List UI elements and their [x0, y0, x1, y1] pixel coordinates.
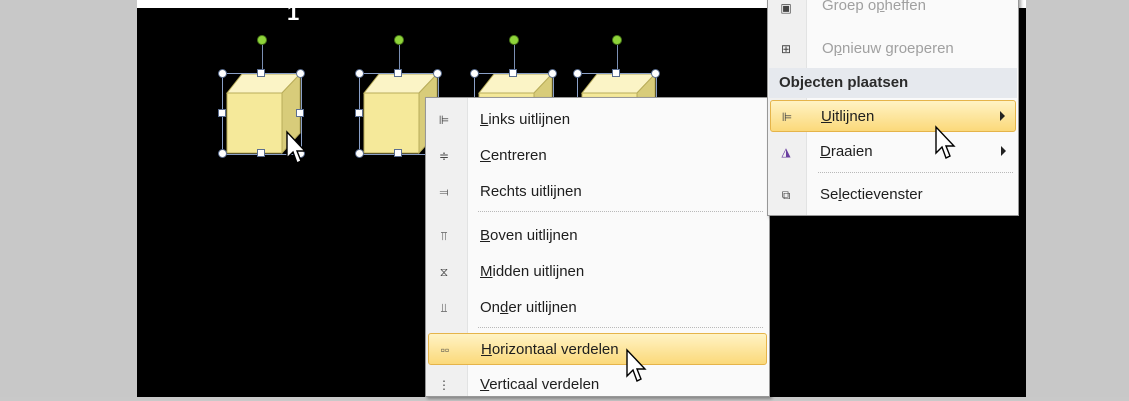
resize-handle-side[interactable] [612, 69, 620, 77]
resize-handle-side[interactable] [296, 109, 304, 117]
ungroup-icon: ▣ [780, 1, 792, 15]
align-submenu: ⊫ Links uitlijnen ≑ Centreren ⫤ Rechts u… [425, 97, 770, 397]
workspace-right [1026, 0, 1129, 397]
rotation-handle[interactable] [394, 35, 404, 45]
mnemonic: M [480, 263, 493, 280]
resize-handle-side[interactable] [355, 109, 363, 117]
mnemonic: L [480, 111, 489, 128]
context-menu: ▣ Groep opheffen ⊞ Opnieuw groeperen Obj… [767, 0, 1019, 216]
mnemonic: j [553, 183, 557, 200]
resize-handle-corner[interactable] [296, 69, 305, 78]
resize-handle-side[interactable] [257, 149, 265, 157]
resize-handle-corner[interactable] [355, 149, 364, 158]
resize-handle-side[interactable] [218, 109, 226, 117]
align-top-icon: ⫪ [440, 229, 448, 243]
menu-item-align-bottom[interactable]: ⫫ Onder uitlijnen [428, 292, 767, 324]
menu-item-label: Centreren [480, 147, 547, 164]
mnemonic: l [838, 186, 842, 203]
menu-item-label: Opnieuw groeperen [822, 40, 954, 57]
menu-item-align-middle[interactable]: ⧖ Midden uitlijnen [428, 256, 767, 288]
menu-item-ungroup[interactable]: ▣ Groep opheffen [770, 0, 1016, 21]
menu-item-label: Horizontaal verdelen [481, 341, 619, 358]
resize-handle-corner[interactable] [651, 69, 660, 78]
mnemonic: U [821, 108, 832, 125]
menu-item-selection-pane[interactable]: ⧉ Selectievenster [770, 179, 1016, 211]
menu-item-distribute-horizontal[interactable]: ▫▫ Horizontaal verdelen [428, 333, 767, 365]
resize-handle-side[interactable] [257, 69, 265, 77]
resize-handle-corner[interactable] [548, 69, 557, 78]
menu-item-label: Groep opheffen [822, 0, 926, 14]
menu-separator [818, 172, 1013, 173]
slide-title-glyph: 1 [287, 8, 300, 25]
align-bottom-icon: ⫫ [440, 301, 448, 315]
menu-item-label: Boven uitlijnen [480, 227, 578, 244]
resize-handle-corner[interactable] [218, 69, 227, 78]
align-right-icon: ⫤ [439, 185, 449, 199]
align-left-icon: ⊫ [438, 113, 450, 127]
resize-handle-side[interactable] [394, 69, 402, 77]
menu-item-label: Onder uitlijnen [480, 299, 577, 316]
menu-item-label: Midden uitlijnen [480, 263, 585, 280]
menu-item-distribute-vertical[interactable]: ⋮ Verticaal verdelen [428, 369, 767, 401]
menu-item-label: Draaien [820, 143, 873, 160]
menu-section-header: Objecten plaatsen [769, 68, 1017, 98]
menu-item-label: Links uitlijnen [480, 111, 571, 128]
rotation-handle[interactable] [257, 35, 267, 45]
align-middle-icon: ⧖ [439, 265, 449, 279]
mnemonic: H [481, 341, 492, 358]
menu-separator [478, 211, 763, 212]
resize-handle-corner[interactable] [470, 69, 479, 78]
submenu-arrow-icon [1000, 111, 1005, 121]
rotation-handle[interactable] [509, 35, 519, 45]
menu-item-align-center[interactable]: ≑ Centreren [428, 140, 767, 172]
cursor-arrow-icon [286, 130, 307, 164]
mnemonic: B [480, 227, 491, 244]
align-icon: ⊫ [781, 110, 793, 124]
menu-item-label: Uitlijnen [821, 108, 875, 125]
regroup-icon: ⊞ [780, 42, 792, 56]
selection-pane-icon: ⧉ [781, 188, 791, 202]
menu-separator [478, 327, 763, 328]
menu-item-label: Rechts uitlijnen [480, 183, 582, 200]
cursor-arrow-icon [626, 348, 647, 382]
menu-item-align-right[interactable]: ⫤ Rechts uitlijnen [428, 176, 767, 208]
mnemonic: d [500, 299, 509, 316]
mnemonic: p [833, 40, 843, 57]
cursor-arrow-icon [935, 125, 956, 159]
rotate-icon: ◮ [781, 145, 791, 159]
menu-item-label: Verticaal verdelen [480, 376, 600, 393]
align-center-icon: ≑ [438, 149, 450, 163]
menu-item-regroup[interactable]: ⊞ Opnieuw groeperen [770, 33, 1016, 65]
resize-handle-corner[interactable] [573, 69, 582, 78]
menu-item-rotate[interactable]: ◮ Draaien [770, 136, 1016, 168]
workspace-left [0, 0, 137, 397]
resize-handle-corner[interactable] [218, 149, 227, 158]
mnemonic: p [876, 0, 885, 14]
menu-item-align-top[interactable]: ⫪ Boven uitlijnen [428, 220, 767, 252]
resize-handle-side[interactable] [509, 69, 517, 77]
menu-item-label: Selectievenster [820, 186, 923, 203]
menu-item-align-left[interactable]: ⊫ Links uitlijnen [428, 104, 767, 136]
resize-handle-side[interactable] [394, 149, 402, 157]
distribute-horizontal-icon: ▫▫ [440, 343, 450, 357]
submenu-arrow-icon [1001, 146, 1006, 156]
menu-item-align[interactable]: ⊫ Uitlijnen [770, 100, 1016, 132]
mnemonic: D [820, 143, 831, 160]
mnemonic: C [480, 147, 491, 164]
rotation-handle[interactable] [612, 35, 622, 45]
resize-handle-corner[interactable] [355, 69, 364, 78]
distribute-vertical-icon: ⋮ [438, 378, 450, 392]
resize-handle-corner[interactable] [433, 69, 442, 78]
mnemonic: V [480, 376, 490, 393]
